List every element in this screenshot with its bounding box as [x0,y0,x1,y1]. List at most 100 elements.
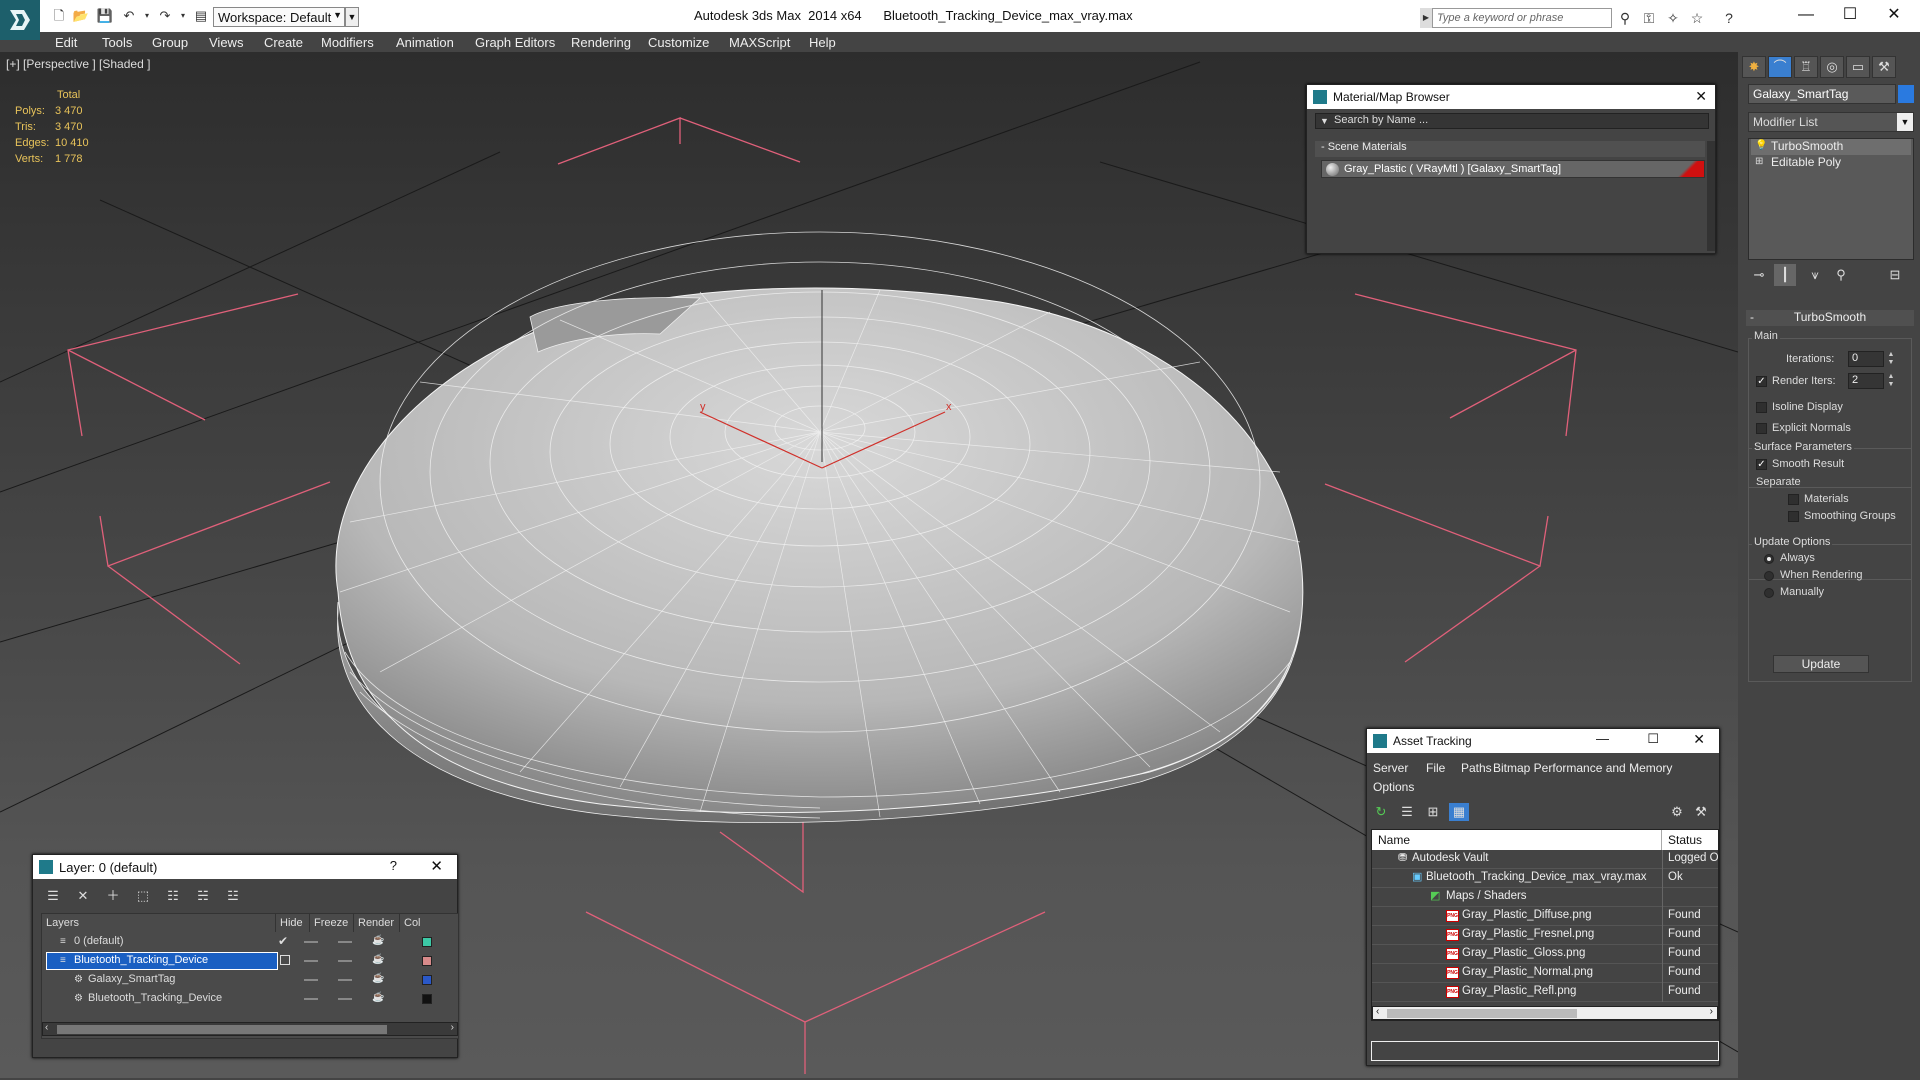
column-status[interactable]: Status [1662,830,1718,850]
render-teapot-icon[interactable]: ☕ [372,935,384,946]
column-freeze[interactable]: Freeze [310,914,354,932]
at-menu-bitmap[interactable]: Bitmap Performance and Memory [1493,761,1672,775]
add-to-layer-icon[interactable]: ＋ [103,887,123,905]
close-window-button[interactable]: ✕ [1874,4,1914,26]
spinner-arrows-icon[interactable]: ▲ ▼ [1886,373,1896,389]
layer-color-swatch[interactable] [422,956,432,966]
layer-row-selected[interactable]: ≡ Bluetooth_Tracking_Device ☕ [42,952,458,970]
object-color-swatch[interactable] [422,994,432,1004]
always-radio[interactable] [1764,554,1774,564]
new-file-icon[interactable]: 🗋 [50,8,68,24]
undo-dropdown-icon[interactable]: ▾ [138,8,156,24]
list-view-icon[interactable]: ☰ [1397,803,1417,821]
project-folder-icon[interactable]: ▤ [192,8,210,24]
search-expand-icon[interactable]: ▶ [1420,8,1432,28]
asset-path-field[interactable] [1371,1041,1719,1061]
object-name-field[interactable]: Galaxy_SmartTag [1748,84,1896,104]
maximize-button[interactable]: ☐ [1647,731,1659,747]
modifier-list-dropdown[interactable]: Modifier List ▼ [1748,112,1914,132]
minimize-button[interactable]: — [1786,4,1826,26]
layer-row[interactable]: ≡ 0 (default) ✔ ☕ [42,933,458,951]
menu-customize[interactable]: Customize [648,35,709,50]
scroll-left-icon[interactable]: ‹ [45,1022,48,1033]
asset-row[interactable]: ▣ Bluetooth_Tracking_Device_max_vray.max… [1372,869,1718,888]
infocenter-search-input[interactable]: Type a keyword or phrase [1432,8,1612,28]
render-iters-checkbox[interactable]: ✓ [1756,376,1767,387]
hide-toggle[interactable] [304,960,318,962]
motion-tab-icon[interactable]: ◎ [1820,56,1844,78]
refresh-icon[interactable]: ↻ [1371,803,1391,821]
render-iters-spinner[interactable]: 2 [1848,373,1884,389]
menu-create[interactable]: Create [264,35,303,50]
layer-row[interactable]: ⚙ Bluetooth_Tracking_Device ☕ [42,990,458,1008]
help-button[interactable]: ? [390,858,397,873]
current-layer-check-icon[interactable]: ✔ [278,934,288,948]
manually-radio[interactable] [1764,588,1774,598]
separate-materials-checkbox[interactable] [1788,494,1799,505]
modify-tab-icon[interactable]: ⌒ [1768,56,1792,78]
freeze-all-layers-icon[interactable]: ☳ [223,887,243,905]
asset-tracking-titlebar[interactable]: Asset Tracking — ☐ ✕ [1367,729,1719,753]
menu-group[interactable]: Group [152,35,188,50]
column-hide[interactable]: Hide [276,914,310,932]
turbosmooth-rollout-header[interactable]: - TurboSmooth [1746,310,1914,326]
menu-help[interactable]: Help [809,35,836,50]
asset-row[interactable]: PNG Gray_Plastic_Diffuse.png Found [1372,907,1718,926]
iterations-spinner[interactable]: 0 [1848,351,1884,367]
undo-icon[interactable]: ↶ [120,8,138,24]
configure-sets-icon[interactable]: ⊟ [1884,264,1906,286]
column-layers[interactable]: Layers [42,914,276,932]
layer-row[interactable]: ⚙ Galaxy_SmartTag ☕ [42,971,458,989]
menu-graph-editors[interactable]: Graph Editors [475,35,555,50]
scroll-right-icon[interactable]: › [451,1022,454,1033]
delete-layer-icon[interactable]: ✕ [73,887,93,905]
save-file-icon[interactable]: 💾 [96,8,114,24]
tree-view-icon[interactable]: ⊞ [1423,803,1443,821]
app-menu-button[interactable] [0,0,40,40]
hide-all-layers-icon[interactable]: ☵ [193,887,213,905]
asset-row[interactable]: ◩ Maps / Shaders [1372,888,1718,907]
isoline-display-checkbox[interactable] [1756,402,1767,413]
redo-dropdown-icon[interactable]: ▾ [174,8,192,24]
display-tab-icon[interactable]: ▭ [1846,56,1870,78]
help-icon[interactable]: ? [1720,9,1738,27]
favorites-star-icon[interactable]: ☆ [1688,9,1706,27]
material-search-input[interactable]: ▼ Search by Name ... [1315,113,1709,129]
material-item[interactable]: Gray_Plastic ( VRayMtl ) [Galaxy_SmartTa… [1321,160,1705,178]
workspace-select[interactable]: Workspace: Default ▼ [213,7,345,27]
table-view-icon[interactable]: ▦ [1449,803,1469,821]
material-scrollbar[interactable] [1707,141,1715,251]
render-teapot-icon[interactable]: ☕ [372,992,384,1003]
show-end-result-icon[interactable]: ┃ [1774,264,1796,286]
object-color-swatch[interactable] [422,975,432,985]
tracking-device-mesh[interactable] [335,231,1304,823]
column-render[interactable]: Render [354,914,400,932]
at-menu-options[interactable]: Options [1373,780,1414,794]
select-objects-icon[interactable]: ⬚ [133,887,153,905]
column-color[interactable]: Col [400,914,458,932]
hide-toggle[interactable] [304,979,318,981]
menu-animation[interactable]: Animation [396,35,454,50]
remove-modifier-icon[interactable]: ⚲ [1830,264,1852,286]
quick-access-dropdown[interactable]: ▼ [345,7,359,27]
asset-row[interactable]: PNG Gray_Plastic_Fresnel.png Found [1372,926,1718,945]
lightbulb-icon[interactable]: 💡 [1755,141,1767,151]
binoculars-icon[interactable]: ⚲ [1616,9,1634,27]
hierarchy-tab-icon[interactable]: ♖ [1794,56,1818,78]
create-layer-icon[interactable]: ☰ [43,887,63,905]
smooth-result-checkbox[interactable]: ✓ [1756,459,1767,470]
menu-edit[interactable]: Edit [55,35,77,50]
viewport-label-menu[interactable]: [+] [Perspective ] [Shaded ] [6,57,150,71]
current-layer-box-icon[interactable] [280,955,290,965]
communication-icon[interactable]: ✧ [1664,9,1682,27]
pin-stack-icon[interactable]: ⊸ [1748,264,1770,286]
scroll-thumb[interactable] [1387,1009,1577,1018]
update-button[interactable]: Update [1773,655,1869,673]
open-file-icon[interactable]: 📂 [72,8,90,24]
vault-help-icon[interactable]: ⚙ [1667,803,1687,821]
asset-row[interactable]: PNG Gray_Plastic_Refl.png Found [1372,983,1718,1002]
close-icon[interactable]: ✕ [1695,88,1707,105]
at-menu-file[interactable]: File [1426,761,1445,775]
hide-toggle[interactable] [304,998,318,1000]
render-teapot-icon[interactable]: ☕ [372,973,384,984]
